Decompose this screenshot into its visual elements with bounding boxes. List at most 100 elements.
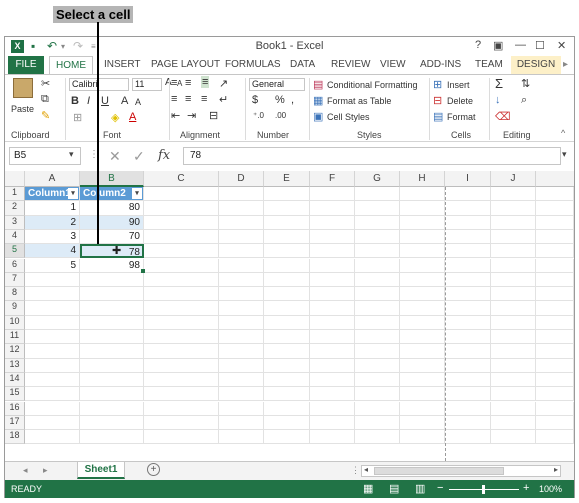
expand-formula-bar-icon[interactable]: ▾: [562, 149, 567, 160]
grid-cell[interactable]: [264, 344, 310, 359]
grid-cell[interactable]: [144, 187, 219, 202]
font-color-icon[interactable]: A: [129, 111, 136, 123]
grid-cell[interactable]: [310, 358, 355, 373]
row-header[interactable]: 3: [5, 215, 25, 230]
grid-cell[interactable]: [310, 201, 355, 216]
grid-cell[interactable]: [310, 244, 355, 259]
grid-cell[interactable]: [264, 229, 310, 245]
tab-review[interactable]: REVIEW: [331, 59, 370, 70]
grid-cell[interactable]: [400, 372, 445, 388]
comma-icon[interactable]: ,: [291, 94, 294, 106]
tab-home[interactable]: HOME: [49, 56, 93, 74]
copy-icon[interactable]: ⧉: [41, 93, 49, 106]
minimize-button[interactable]: —: [515, 39, 526, 51]
column-header-a[interactable]: A: [25, 171, 80, 187]
row-header[interactable]: 16: [5, 401, 25, 416]
grid-cell[interactable]: [445, 415, 491, 431]
row-header[interactable]: 4: [5, 229, 25, 245]
grid-cell[interactable]: [400, 430, 445, 445]
align-center-icon[interactable]: ≡: [185, 93, 191, 105]
grid-cell[interactable]: [219, 372, 264, 388]
number-format-combo[interactable]: General: [249, 78, 305, 91]
grid-cell[interactable]: [144, 315, 219, 330]
tab-file[interactable]: FILE: [8, 56, 44, 74]
grid-cell[interactable]: [400, 215, 445, 230]
grid-cell[interactable]: [536, 258, 574, 273]
grid-cell[interactable]: [264, 187, 310, 202]
grid-cell[interactable]: [264, 358, 310, 373]
zoom-level[interactable]: 100%: [539, 484, 562, 494]
grid-cell[interactable]: [219, 415, 264, 431]
grid-cell[interactable]: [264, 287, 310, 302]
grid-cell[interactable]: [80, 415, 144, 431]
cell-styles-button[interactable]: Cell Styles: [327, 112, 370, 122]
grid-cell[interactable]: [536, 330, 574, 345]
grid-cell[interactable]: [536, 272, 574, 288]
grid-cell[interactable]: [25, 301, 80, 316]
formula-input[interactable]: 78: [183, 147, 561, 165]
table-cell[interactable]: 3: [25, 229, 80, 245]
help-button[interactable]: ?: [475, 39, 481, 51]
normal-view-icon[interactable]: ▦: [363, 482, 373, 495]
grid-cell[interactable]: [445, 272, 491, 288]
grid-cell[interactable]: [536, 387, 574, 402]
grid-cell[interactable]: [144, 387, 219, 402]
grid-cell[interactable]: [355, 315, 400, 330]
grid-cell[interactable]: [25, 272, 80, 288]
grid-cell[interactable]: [264, 215, 310, 230]
grid-cell[interactable]: [264, 387, 310, 402]
grid-cell[interactable]: [491, 372, 536, 388]
grid-cell[interactable]: [355, 272, 400, 288]
align-top-icon[interactable]: ≡: [171, 77, 177, 89]
grid-cell[interactable]: [25, 330, 80, 345]
tab-split-grip-icon[interactable]: ⋮: [351, 465, 360, 476]
grid-cell[interactable]: [25, 287, 80, 302]
grid-cell[interactable]: [80, 287, 144, 302]
grid-cell[interactable]: [491, 258, 536, 273]
paste-button[interactable]: Paste: [11, 78, 37, 120]
grid-cell[interactable]: [264, 301, 310, 316]
grid-cell[interactable]: [310, 215, 355, 230]
table-cell[interactable]: 5: [25, 258, 80, 273]
page-layout-view-icon[interactable]: ▤: [389, 482, 399, 495]
tab-formulas[interactable]: FORMULAS: [225, 59, 281, 70]
grid-cell[interactable]: [400, 187, 445, 202]
column-header-b[interactable]: B: [80, 171, 144, 187]
worksheet-grid[interactable]: A B C D E F G H I J 1 2 3 4 5 6 7 8 9 10 11 12 13 14 1…: [5, 171, 574, 461]
decrease-decimal-icon[interactable]: .00: [275, 111, 286, 120]
column-header-g[interactable]: G: [355, 171, 400, 187]
grid-cell[interactable]: [25, 358, 80, 373]
grid-cell[interactable]: [310, 430, 355, 445]
grid-cell[interactable]: [355, 201, 400, 216]
grid-cell[interactable]: [219, 287, 264, 302]
conditional-formatting-button[interactable]: Conditional Formatting: [327, 80, 418, 90]
name-box-dropdown-icon[interactable]: ▾: [69, 149, 74, 160]
grid-cell[interactable]: [491, 244, 536, 259]
grid-cell[interactable]: [491, 201, 536, 216]
grid-cell[interactable]: [144, 430, 219, 445]
grid-cell[interactable]: [310, 301, 355, 316]
grid-cell[interactable]: [445, 244, 491, 259]
grid-cell[interactable]: [445, 301, 491, 316]
grid-cell[interactable]: [491, 415, 536, 431]
column-header-h[interactable]: H: [400, 171, 445, 187]
sheet-tab-sheet1[interactable]: Sheet1: [77, 462, 125, 479]
grid-cell[interactable]: [144, 401, 219, 416]
grid-cell[interactable]: [355, 415, 400, 431]
grid-cell[interactable]: [355, 187, 400, 202]
grid-cell[interactable]: [445, 344, 491, 359]
active-cell[interactable]: ✚ 78: [80, 244, 144, 259]
grid-cell[interactable]: [536, 315, 574, 330]
grid-cell[interactable]: [25, 372, 80, 388]
grid-cell[interactable]: [536, 372, 574, 388]
horizontal-scrollbar[interactable]: ◂ ▸: [361, 465, 561, 477]
grid-cell[interactable]: [445, 215, 491, 230]
autosum-icon[interactable]: Σ: [495, 76, 503, 91]
format-painter-icon[interactable]: ✎: [41, 109, 50, 122]
orientation-icon[interactable]: ↗: [219, 77, 228, 90]
grid-cell[interactable]: [536, 244, 574, 259]
row-header[interactable]: 15: [5, 387, 25, 402]
grid-cell[interactable]: [144, 229, 219, 245]
grid-cell[interactable]: [445, 372, 491, 388]
column-header-f[interactable]: F: [310, 171, 355, 187]
